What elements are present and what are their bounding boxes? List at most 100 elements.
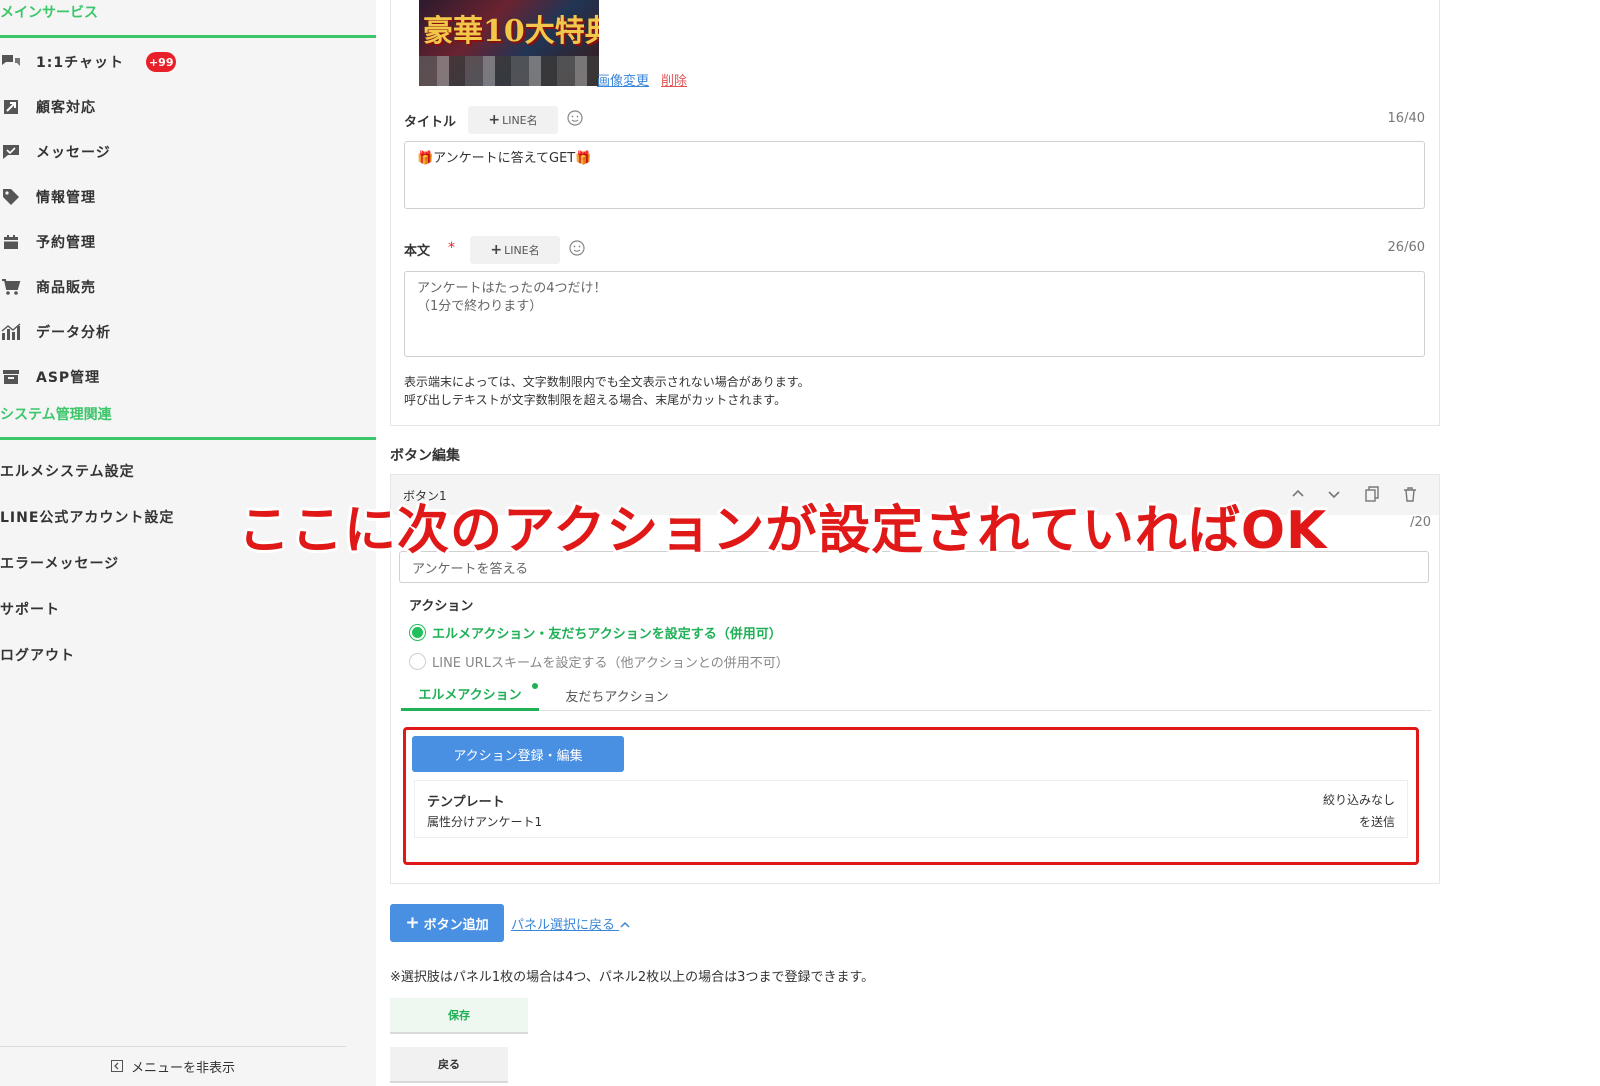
change-image-link[interactable]: 画像変更 <box>597 70 649 89</box>
sidebar-item-label: ASP管理 <box>36 370 101 386</box>
sidebar-item-analytics[interactable]: データ分析 <box>0 309 360 355</box>
radio-elme-action-label: エルメアクション・友だちアクションを設定する（併用可） <box>432 627 782 642</box>
tag-icon <box>0 186 22 208</box>
tab-active-dot <box>532 683 538 689</box>
body-counter: 26/60 <box>1387 240 1425 255</box>
calendar-icon <box>0 231 22 253</box>
title-counter: 16/40 <box>1387 111 1425 126</box>
sidebar-item-label: データ分析 <box>36 325 111 341</box>
sidebar-item-label: エルメシステム設定 <box>0 464 135 480</box>
delete-image-link[interactable]: 削除 <box>661 70 687 89</box>
action-tabs: エルメアクション 友だちアクション <box>401 679 1431 711</box>
title-value: 🎁アンケートに答えてGET🎁 <box>417 151 592 166</box>
sidebar-item-label: 予約管理 <box>36 235 96 251</box>
sidebar-item-label: エラーメッセージ <box>0 556 120 572</box>
sidebar-item-label: サポート <box>0 602 60 618</box>
filter-status: 絞り込みなし <box>1322 793 1395 807</box>
panel-card: 豪華10大特典 画像変更 削除 タイトル + LINE名 16/40 🎁アンケート… <box>390 0 1440 426</box>
sidebar-item-label: 顧客対応 <box>36 100 96 116</box>
length-note-line-1: 表示端末によっては、文字数制限内でも全文表示されない場合があります。 <box>404 375 810 389</box>
panel-image: 豪華10大特典 <box>419 0 599 86</box>
arrow-icon <box>0 96 22 118</box>
chevron-down-icon[interactable] <box>1325 485 1343 503</box>
return-label: 戻る <box>438 1058 460 1071</box>
chat-icon <box>0 51 22 73</box>
required-mark: * <box>448 240 455 256</box>
box-icon <box>0 366 22 388</box>
plus-icon: + <box>405 913 420 933</box>
body-label: 本文 <box>404 244 431 259</box>
hide-menu-label: メニューを非表示 <box>130 1061 235 1076</box>
insert-line-name-body[interactable]: + LINE名 <box>470 236 560 264</box>
sidebar-section-main: メインサービス <box>0 0 376 38</box>
sidebar-item-reservation[interactable]: 予約管理 <box>0 219 360 265</box>
sidebar-item-info[interactable]: 情報管理 <box>0 174 360 220</box>
choice-limit-note: ※選択肢はパネル1枚の場合は4つ、パネル2枚以上の場合は3つまで登録できます。 <box>390 970 875 985</box>
copy-icon[interactable] <box>1363 485 1381 503</box>
back-to-panel-link[interactable]: パネル選択に戻る <box>511 914 631 933</box>
action-label: アクション <box>409 599 474 614</box>
tab-elme-action[interactable]: エルメアクション <box>401 679 539 711</box>
plus-icon: + <box>488 112 501 128</box>
sidebar-item-asp[interactable]: ASP管理 <box>0 354 360 400</box>
sidebar-item-chat[interactable]: 1:1チャット +99 <box>0 39 360 85</box>
emoji-icon[interactable] <box>567 110 583 126</box>
collapse-icon <box>110 1057 123 1076</box>
action-register-button[interactable]: アクション登録・編集 <box>412 736 624 772</box>
radio-unselected-icon <box>409 653 426 670</box>
emoji-icon[interactable] <box>569 240 585 256</box>
sidebar-item-label: ログアウト <box>0 648 75 664</box>
sidebar-item-message[interactable]: メッセージ <box>0 129 360 175</box>
radio-line-url-label: LINE URLスキームを設定する（他アクションとの併用不可） <box>432 656 789 671</box>
annotation-caption: ここに次のアクションが設定されていればOK <box>238 501 1328 561</box>
body-line-2: （1分で終わります） <box>417 299 543 314</box>
panel-image-text: 豪華10大特典 <box>423 14 599 49</box>
trash-icon[interactable] <box>1401 485 1419 503</box>
sidebar-item-support[interactable]: サポート <box>0 586 360 632</box>
plus-icon: + <box>490 242 503 258</box>
sidebar-item-label: LINE公式アカウント設定 <box>0 510 175 526</box>
sidebar-item-sales[interactable]: 商品販売 <box>0 264 360 310</box>
sidebar-item-label: 情報管理 <box>36 190 96 206</box>
add-button[interactable]: + ボタン追加 <box>390 904 504 942</box>
chart-icon <box>0 321 22 343</box>
chip-label: LINE名 <box>504 244 540 257</box>
save-button[interactable]: 保存 <box>390 998 528 1034</box>
panel-image-strip <box>419 56 599 86</box>
tab-elme-action-label: エルメアクション <box>418 688 522 703</box>
send-label: を送信 <box>1358 815 1395 829</box>
button-edit-title: ボタン編集 <box>390 448 460 464</box>
message-icon <box>0 141 22 163</box>
radio-selected-icon <box>409 624 426 641</box>
highlight-box: アクション登録・編集 テンプレート 属性分けアンケート1 絞り込みなし を送信 <box>403 727 1419 865</box>
sidebar-item-customer[interactable]: 顧客対応 <box>0 84 360 130</box>
cart-icon <box>0 276 22 298</box>
body-input[interactable]: アンケートはたったの4つだけ！ （1分で終わります） <box>404 271 1425 357</box>
title-input[interactable]: 🎁アンケートに答えてGET🎁 <box>404 141 1425 209</box>
action-register-label: アクション登録・編集 <box>453 748 583 764</box>
length-note-line-2: 呼び出しテキストが文字数制限を超える場合、末尾がカットされます。 <box>404 393 787 407</box>
sidebar-item-label: 1:1チャット <box>36 55 124 71</box>
tab-friend-action[interactable]: 友だちアクション <box>561 679 673 711</box>
length-note: 表示端末によっては、文字数制限内でも全文表示されない場合があります。 呼び出しテ… <box>404 373 810 409</box>
action-template-row: テンプレート 属性分けアンケート1 絞り込みなし を送信 <box>414 780 1408 838</box>
chip-label: LINE名 <box>502 114 538 127</box>
unread-badge: +99 <box>145 52 177 72</box>
sidebar-item-logout[interactable]: ログアウト <box>0 632 360 678</box>
sidebar-section-system: システム管理関連 <box>0 396 376 440</box>
back-to-panel-label: パネル選択に戻る <box>511 918 616 933</box>
sidebar-section-main-label: メインサービス <box>0 5 98 21</box>
sidebar-section-system-label: システム管理関連 <box>0 407 112 423</box>
template-title: テンプレート <box>427 795 505 810</box>
insert-line-name-title[interactable]: + LINE名 <box>468 106 558 134</box>
save-label: 保存 <box>448 1009 470 1022</box>
add-button-label: ボタン追加 <box>423 917 489 933</box>
hide-menu-button[interactable]: メニューを非表示 <box>0 1046 346 1086</box>
radio-elme-action[interactable]: エルメアクション・友だちアクションを設定する（併用可） <box>409 623 782 642</box>
tab-friend-action-label: 友だちアクション <box>565 689 669 705</box>
template-name: 属性分けアンケート1 <box>427 815 543 829</box>
radio-line-url-scheme[interactable]: LINE URLスキームを設定する（他アクションとの併用不可） <box>409 652 789 671</box>
return-button[interactable]: 戻る <box>390 1047 508 1083</box>
sidebar-item-label: 商品販売 <box>36 280 96 296</box>
title-label: タイトル <box>404 115 457 130</box>
